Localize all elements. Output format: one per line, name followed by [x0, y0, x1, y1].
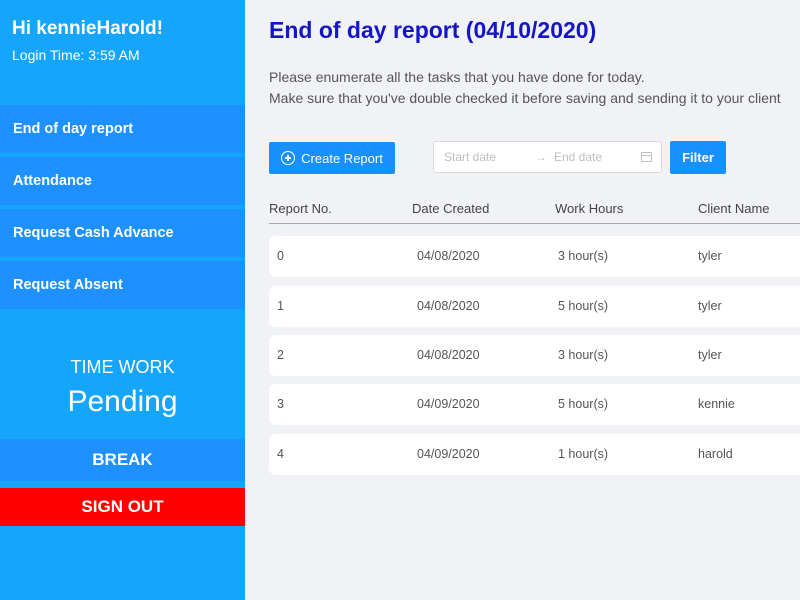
cell-work-hours: 5 hour(s) — [558, 299, 609, 313]
page-title: End of day report (04/10/2020) — [269, 17, 597, 43]
sidebar-item-request-cash-advance[interactable]: Request Cash Advance — [0, 209, 245, 257]
start-date-input[interactable]: Start date — [444, 142, 496, 172]
cell-work-hours: 3 hour(s) — [558, 249, 609, 263]
sidebar-item-request-absent[interactable]: Request Absent — [0, 261, 245, 309]
cell-client-name: tyler — [698, 299, 722, 313]
create-report-label: Create Report — [301, 150, 383, 166]
column-header-work-hours: Work Hours — [555, 201, 624, 216]
column-header-client-name: Client Name — [698, 201, 770, 216]
cell-report-no: 4 — [277, 447, 284, 461]
cell-work-hours: 1 hour(s) — [558, 447, 609, 461]
sign-out-button[interactable]: SIGN OUT — [0, 488, 245, 526]
sidebar: Hi kennieHarold! Login Time: 3:59 AM End… — [0, 0, 245, 600]
time-work-label: TIME WORK — [70, 357, 175, 377]
description-line-1: Please enumerate all the tasks that you … — [269, 69, 645, 85]
table-row[interactable]: 3 04/09/2020 5 hour(s) kennie — [269, 384, 800, 425]
cell-client-name: tyler — [698, 348, 722, 362]
arrow-right-icon: → — [535, 150, 547, 164]
cell-report-no: 1 — [277, 299, 284, 313]
cell-report-no: 2 — [277, 348, 284, 362]
table-row[interactable]: 2 04/08/2020 3 hour(s) tyler — [269, 335, 800, 376]
greeting: Hi kennieHarold! — [12, 18, 163, 39]
column-header-date-created: Date Created — [412, 201, 490, 216]
cell-date-created: 04/09/2020 — [417, 397, 480, 411]
cell-work-hours: 3 hour(s) — [558, 348, 609, 362]
table-row[interactable]: 0 04/08/2020 3 hour(s) tyler — [269, 236, 800, 277]
sidebar-item-end-of-day-report[interactable]: End of day report — [0, 105, 245, 153]
column-header-report-no: Report No. — [269, 201, 332, 216]
calendar-icon[interactable] — [641, 152, 652, 162]
break-button[interactable]: BREAK — [0, 439, 245, 481]
main-content: End of day report (04/10/2020) Please en… — [245, 0, 800, 600]
page-description: Please enumerate all the tasks that you … — [269, 67, 781, 109]
cell-client-name: harold — [698, 447, 733, 461]
date-range-picker[interactable]: Start date → End date — [433, 141, 662, 173]
cell-report-no: 0 — [277, 249, 284, 263]
table-row[interactable]: 1 04/08/2020 5 hour(s) tyler — [269, 286, 800, 327]
cell-date-created: 04/08/2020 — [417, 348, 480, 362]
cell-date-created: 04/08/2020 — [417, 299, 480, 313]
table-row[interactable]: 4 04/09/2020 1 hour(s) harold — [269, 434, 800, 475]
cell-date-created: 04/09/2020 — [417, 447, 480, 461]
time-work-status: Pending — [67, 385, 178, 418]
cell-work-hours: 5 hour(s) — [558, 397, 609, 411]
login-time: Login Time: 3:59 AM — [12, 47, 140, 63]
cell-date-created: 04/08/2020 — [417, 249, 480, 263]
cell-report-no: 3 — [277, 397, 284, 411]
description-line-2: Make sure that you've double checked it … — [269, 90, 781, 106]
cell-client-name: kennie — [698, 397, 735, 411]
end-date-input[interactable]: End date — [554, 142, 602, 172]
create-report-button[interactable]: Create Report — [269, 142, 395, 174]
plus-circle-icon — [281, 151, 296, 165]
header-divider — [269, 223, 800, 224]
cell-client-name: tyler — [698, 249, 722, 263]
filter-button[interactable]: Filter — [670, 141, 726, 174]
sidebar-item-attendance[interactable]: Attendance — [0, 157, 245, 205]
